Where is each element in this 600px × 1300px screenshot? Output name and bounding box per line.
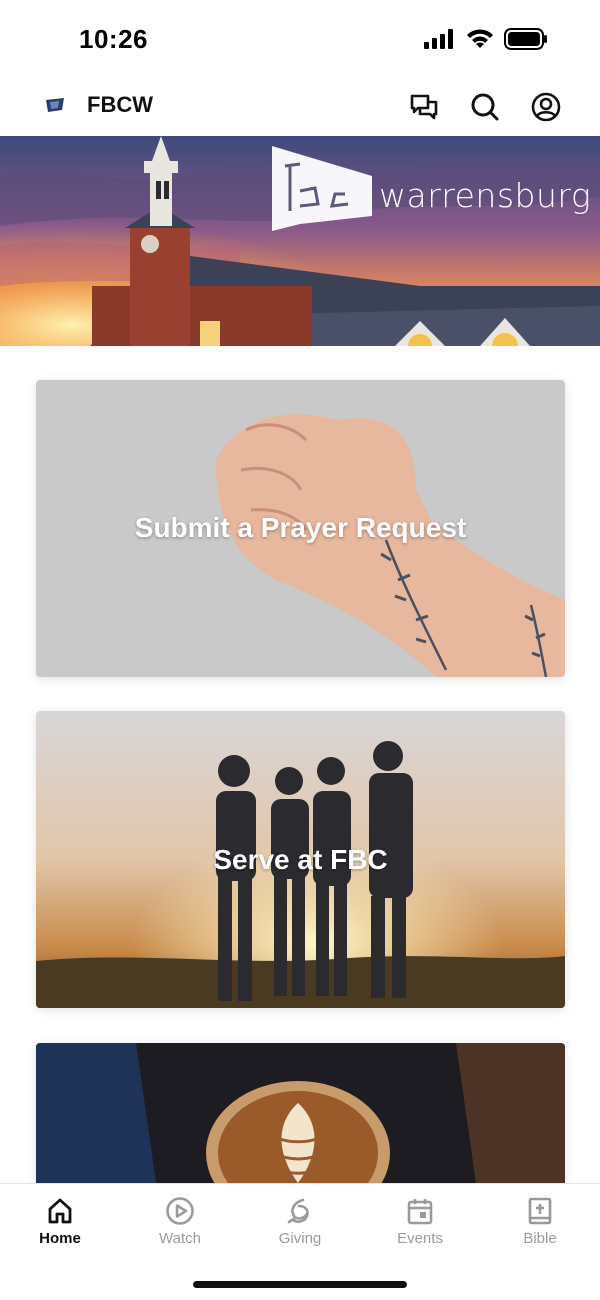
tab-watch-label: Watch <box>159 1230 201 1247</box>
prayer-request-card[interactable]: Submit a Prayer Request <box>36 380 565 677</box>
tab-watch[interactable]: Watch <box>120 1184 240 1264</box>
home-icon <box>48 1198 72 1224</box>
status-time: 10:26 <box>79 24 148 54</box>
status-bar: 10:26 <box>0 0 600 80</box>
app-header: FBCW <box>0 80 600 136</box>
fbc-logo-icon[interactable] <box>44 96 66 114</box>
serve-title: Serve at FBC <box>213 844 388 875</box>
tab-home[interactable]: Home <box>0 1184 120 1264</box>
tab-bible-label: Bible <box>523 1230 557 1247</box>
giving-icon <box>287 1198 309 1224</box>
app-title[interactable]: FBCW <box>87 92 153 118</box>
status-icons <box>424 28 548 50</box>
battery-icon <box>504 28 547 50</box>
tab-giving-label: Giving <box>278 1230 322 1247</box>
tab-giving[interactable]: Giving <box>240 1184 360 1264</box>
wifi-icon <box>467 29 493 48</box>
chat-icon[interactable] <box>407 90 441 124</box>
profile-icon[interactable] <box>529 90 563 124</box>
tab-events[interactable]: Events <box>360 1184 480 1264</box>
prayer-request-title: Submit a Prayer Request <box>134 512 467 543</box>
church-sunset-image <box>0 136 600 346</box>
hero-brand-text: warrensburg <box>379 176 592 215</box>
tab-home-label: Home <box>39 1230 81 1247</box>
play-icon <box>166 1197 194 1225</box>
tab-bible[interactable]: Bible <box>480 1184 600 1264</box>
tab-events-label: Events <box>397 1230 443 1247</box>
search-icon[interactable] <box>468 90 502 124</box>
bible-icon <box>528 1197 552 1225</box>
cellular-signal-icon <box>424 29 453 49</box>
serve-card[interactable]: Serve at FBC <box>36 711 565 1008</box>
calendar-icon <box>407 1199 433 1225</box>
hero-banner: warrensburg <box>0 136 600 346</box>
home-indicator[interactable] <box>193 1281 407 1288</box>
